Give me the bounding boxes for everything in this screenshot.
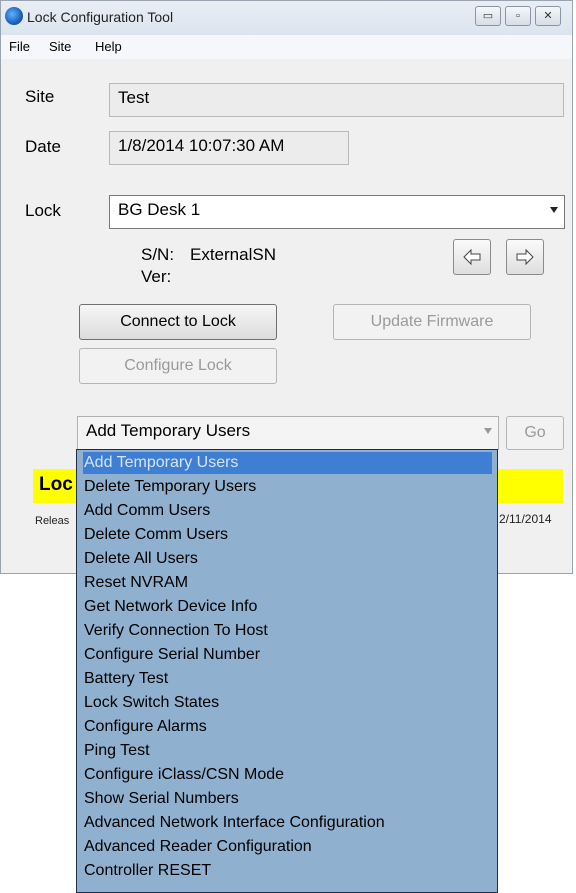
dropdown-option-get-network-device-info[interactable]: Get Network Device Info [83,596,492,618]
dropdown-option-battery-test[interactable]: Battery Test [83,668,492,690]
dropdown-option-advanced-network-interface-configuration[interactable]: Advanced Network Interface Configuration [83,812,492,834]
dropdown-option-configure-alarms[interactable]: Configure Alarms [83,716,492,738]
serial-label: S/N: [141,245,175,264]
dropdown-option-ping-test[interactable]: Ping Test [83,740,492,762]
site-label: Site [25,87,55,106]
next-button[interactable] [506,239,544,275]
status-text: Loc [39,474,73,495]
date-label: Date [25,137,61,156]
maximize-button[interactable]: ▫ [505,6,531,26]
dropdown-option-add-temporary-users[interactable]: Add Temporary Users [83,452,492,474]
arrow-left-icon [463,248,481,266]
lock-label: Lock [25,201,61,220]
chevron-down-icon [484,428,492,434]
go-button[interactable]: Go [506,416,564,450]
lock-select-value: BG Desk 1 [118,200,201,219]
version-label: Ver: [141,267,172,286]
dropdown-option-add-comm-users[interactable]: Add Comm Users [83,500,492,522]
dropdown-option-configure-serial-number[interactable]: Configure Serial Number [83,644,492,666]
release-date: 2/11/2014 [499,512,552,526]
previous-button[interactable] [453,239,491,275]
site-field[interactable]: Test [109,83,564,117]
dropdown-option-delete-all-users[interactable]: Delete All Users [83,548,492,570]
dropdown-option-verify-connection-to-host[interactable]: Verify Connection To Host [83,620,492,642]
arrow-right-icon [516,248,534,266]
action-dropdown-list[interactable]: Add Temporary Users Delete Temporary Use… [76,449,498,893]
menu-site[interactable]: Site [49,39,71,54]
menu-bar: File Site Help [1,35,572,59]
minimize-button[interactable]: ▭ [475,6,501,26]
dropdown-option-show-serial-numbers[interactable]: Show Serial Numbers [83,788,492,810]
connect-to-lock-button[interactable]: Connect to Lock [79,304,277,340]
date-field[interactable]: 1/8/2014 10:07:30 AM [109,131,349,165]
lock-select[interactable]: BG Desk 1 [109,195,565,229]
chevron-down-icon [550,207,558,213]
action-select-value: Add Temporary Users [86,421,251,440]
dropdown-option-reset-nvram[interactable]: Reset NVRAM [83,572,492,594]
dropdown-option-delete-temporary-users[interactable]: Delete Temporary Users [83,476,492,498]
globe-icon [5,7,23,25]
configure-lock-button[interactable]: Configure Lock [79,348,277,384]
window-title: Lock Configuration Tool [27,9,174,25]
release-label: Releas [35,515,70,527]
dropdown-option-configure-iclass-csn-mode[interactable]: Configure iClass/CSN Mode [83,764,492,786]
title-bar[interactable]: Lock Configuration Tool ▭ ▫ ✕ [1,1,572,35]
close-button[interactable]: ✕ [535,6,561,26]
update-firmware-button[interactable]: Update Firmware [333,304,531,340]
dropdown-option-delete-comm-users[interactable]: Delete Comm Users [83,524,492,546]
menu-help[interactable]: Help [95,39,122,54]
dropdown-option-advanced-reader-configuration[interactable]: Advanced Reader Configuration [83,836,492,858]
menu-file[interactable]: File [9,39,30,54]
action-select[interactable]: Add Temporary Users [77,416,499,450]
dropdown-option-controller-reset[interactable]: Controller RESET [83,860,492,882]
dropdown-option-lock-switch-states[interactable]: Lock Switch States [83,692,492,714]
serial-value: ExternalSN [190,245,276,264]
